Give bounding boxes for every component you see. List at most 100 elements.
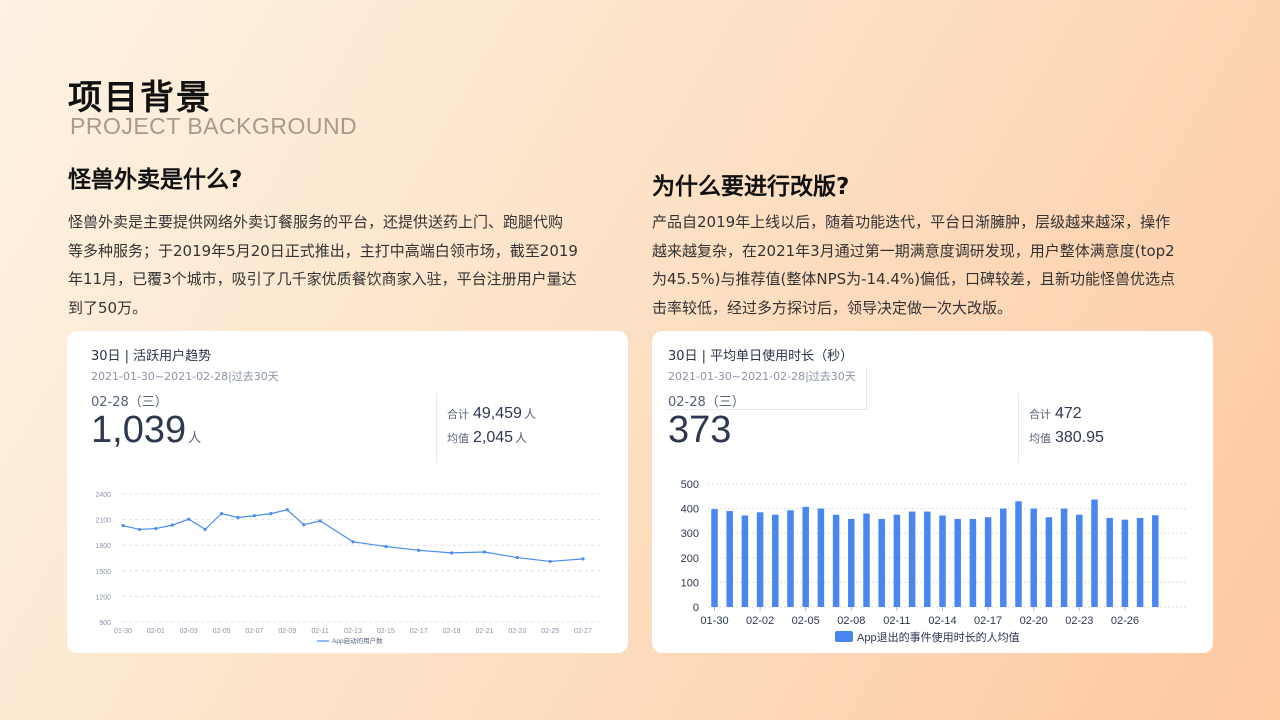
data-point xyxy=(187,517,191,521)
data-point xyxy=(384,544,388,549)
bar xyxy=(756,512,764,607)
x-tick-label: 02-20 xyxy=(1020,615,1048,627)
data-point xyxy=(154,526,158,531)
x-tick-label: 02-08 xyxy=(837,615,865,627)
data-point xyxy=(515,555,519,560)
x-tick-label: 01-30 xyxy=(700,615,728,627)
y-tick-label: 2100 xyxy=(95,518,111,525)
data-point xyxy=(203,527,207,532)
bar xyxy=(802,506,809,607)
avg-duration-card: 30日 | 平均单日使用时长（秒） 2021-01-30~2021-02-28|… xyxy=(652,331,1213,653)
data-point xyxy=(302,523,306,527)
right-paragraph: 产品自2019年上线以后，随着功能迭代，平台日渐臃肿，层级越来越深，操作 越来越… xyxy=(652,208,1222,322)
bar xyxy=(741,515,749,607)
bar xyxy=(939,515,946,607)
left-paragraph: 怪兽外卖是主要提供网络外卖订餐服务的平台，还提供送药上门、跑腿代购 等多种服务；… xyxy=(68,208,618,322)
y-tick-label: 200 xyxy=(681,553,699,565)
x-tick-label: 02-19 xyxy=(443,628,461,635)
bar xyxy=(772,514,779,607)
series-line xyxy=(122,509,584,563)
active-users-line-chart: 900 1200 1500 1800 2100 2400 01-30 02-01 02-03 02… xyxy=(95,492,603,645)
left-heading: 怪兽外卖是什么? xyxy=(68,167,243,193)
data-point xyxy=(417,548,421,552)
bar xyxy=(1121,519,1129,607)
x-tick-label: 02-23 xyxy=(508,628,526,635)
legend-label: App启动的用户数 xyxy=(332,636,383,645)
page-title: 项目背景 xyxy=(68,78,212,118)
bar xyxy=(1030,508,1037,607)
bar xyxy=(1015,501,1022,607)
y-tick-label: 300 xyxy=(681,528,699,540)
y-tick-label: 2400 xyxy=(95,492,111,499)
x-tick-label: 02-17 xyxy=(410,628,428,635)
paragraph-line: 到了50万。 xyxy=(68,298,148,317)
bar xyxy=(954,518,961,607)
bar xyxy=(924,511,931,607)
avg-duration-bar-chart: 0 100 200 300 400 500 01-30 02-02 02-05 02-08 02-1… xyxy=(681,479,1186,644)
bar xyxy=(1045,517,1053,607)
data-point xyxy=(285,508,289,512)
bar xyxy=(832,514,840,607)
data-point xyxy=(581,557,585,561)
paragraph-line: 等多种服务；于2019年5月20日正式推出，主打中高端白领市场，截至2019 xyxy=(68,241,578,260)
bar xyxy=(984,517,992,607)
bar xyxy=(893,514,901,607)
data-point xyxy=(548,559,552,564)
y-tick-label: 100 xyxy=(681,577,699,589)
x-tick-label: 02-23 xyxy=(1065,615,1093,627)
x-tick-label: 02-11 xyxy=(311,628,328,635)
data-point xyxy=(318,519,322,523)
x-tick-label: 02-14 xyxy=(928,615,956,627)
bar xyxy=(1060,508,1068,607)
x-tick-label: 02-17 xyxy=(974,615,1002,627)
paragraph-line: 产品自2019年上线以后，随着功能迭代，平台日渐臃肿，层级越来越深，操作 xyxy=(652,213,1171,231)
y-tick-label: 0 xyxy=(693,602,699,614)
paragraph-line: 为45.5%)与推荐值(整体NPS为-14.4%)偏低，口碑较差，且新功能怪兽优… xyxy=(652,270,1176,288)
x-tick-label: 02-21 xyxy=(475,628,493,635)
data-point xyxy=(236,515,240,520)
bar xyxy=(863,513,870,607)
bar xyxy=(878,518,885,607)
bar xyxy=(1136,517,1144,607)
data-point xyxy=(170,523,174,527)
legend-label: App退出的事件使用时长的人均值 xyxy=(857,630,1020,644)
data-point xyxy=(351,540,355,544)
x-tick-label: 02-07 xyxy=(245,628,263,635)
bar xyxy=(787,510,794,607)
x-tick-label: 02-05 xyxy=(792,615,820,627)
bar xyxy=(711,509,718,607)
x-tick-label: 02-15 xyxy=(377,628,395,635)
paragraph-line: 怪兽外卖是主要提供网络外卖订餐服务的平台，还提供送药上门、跑腿代购 xyxy=(68,213,564,231)
data-point xyxy=(121,523,125,528)
right-heading: 为什么要进行改版? xyxy=(652,174,850,200)
bar xyxy=(1076,514,1083,607)
legend-swatch xyxy=(835,631,853,642)
bar xyxy=(1152,515,1159,607)
bar xyxy=(726,511,733,607)
x-tick-label: 02-11 xyxy=(883,615,910,627)
paragraph-line: 年11月，已覆3个城市，吸引了几千家优质餐饮商家入驻，平台注册用户量达 xyxy=(68,270,577,288)
x-tick-label: 02-25 xyxy=(541,628,559,635)
x-tick-label: 02-01 xyxy=(147,628,165,635)
x-tick-label: 02-02 xyxy=(746,615,774,627)
paragraph-line: 击率较低，经过多方探讨后，领导决定做一次大改版。 xyxy=(652,298,1013,317)
bar xyxy=(1106,517,1113,607)
x-tick-label: 01-30 xyxy=(114,628,132,635)
paragraph-line: 越来越复杂，在2021年3月通过第一期满意度调研发现，用户整体满意度(top2 xyxy=(652,241,1175,260)
bar xyxy=(848,518,855,607)
bar xyxy=(908,511,916,607)
y-tick-label: 400 xyxy=(681,504,699,516)
x-tick-label: 02-13 xyxy=(344,628,362,635)
data-point xyxy=(219,512,224,516)
y-tick-label: 900 xyxy=(99,620,111,627)
bar xyxy=(1000,508,1007,607)
y-tick-label: 500 xyxy=(681,479,699,491)
data-point xyxy=(137,527,142,532)
x-tick-label: 02-05 xyxy=(213,628,231,635)
bar xyxy=(969,518,977,607)
data-point xyxy=(482,550,487,554)
x-tick-label: 02-09 xyxy=(278,628,296,635)
data-point xyxy=(252,514,257,518)
y-tick-label: 1200 xyxy=(95,594,111,601)
x-tick-label: 02-03 xyxy=(180,628,198,635)
